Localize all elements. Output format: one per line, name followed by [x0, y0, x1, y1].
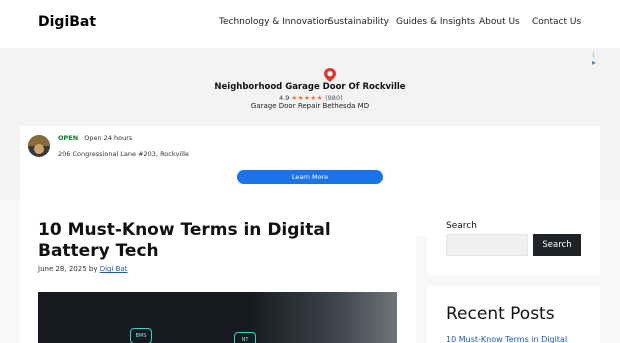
hero-label-nt: NT: [234, 332, 256, 343]
open-badge: OPEN: [58, 134, 79, 142]
main-nav: Technology & Innovation Sustainability G…: [0, 17, 620, 31]
recent-posts-title: Recent Posts: [446, 304, 555, 324]
ad-address: 206 Congressional Lane #203, Rockville: [58, 150, 189, 158]
nav-contact-us[interactable]: Contact Us: [532, 17, 581, 27]
nav-about-us[interactable]: About Us: [479, 17, 520, 27]
learn-more-button[interactable]: Learn More: [237, 170, 383, 184]
ad-rating-value: 4.9: [279, 94, 290, 102]
article-hero-image[interactable]: BMS NT: [38, 292, 397, 343]
article-date: June 28, 2025: [38, 265, 87, 273]
article-meta: June 28, 2025 by Digi Bat: [38, 265, 128, 273]
nav-technology-innovation[interactable]: Technology & Innovation: [219, 17, 330, 27]
article-card: 10 Must-Know Terms in Digital Battery Te…: [20, 201, 416, 343]
search-widget: Search Search: [427, 201, 600, 275]
ad-avatar: [28, 135, 50, 157]
ad-banner: ⁝ ▸ Neighborhood Garage Door Of Rockville…: [0, 48, 620, 236]
site-header: DigiBat Technology & Innovation Sustaina…: [0, 0, 620, 48]
ad-open-status: OPEN Open 24 hours: [58, 134, 132, 142]
ad-rating: 4.9 ★★★★★ (980): [279, 94, 343, 102]
article-author-link[interactable]: Digi Bat: [100, 265, 128, 273]
search-input[interactable]: [446, 234, 528, 256]
map-pin-icon: [324, 68, 336, 82]
article-by: by: [88, 265, 98, 273]
ad-business-name[interactable]: Neighborhood Garage Door Of Rockville: [0, 82, 620, 92]
ad-review-count: (980): [325, 94, 343, 102]
search-label: Search: [446, 221, 477, 231]
ad-hours: Open 24 hours: [84, 134, 133, 142]
ad-subtitle: Garage Door Repair Bethesda MD: [250, 102, 370, 110]
star-rating-icon: ★★★★★: [291, 94, 324, 102]
article-title[interactable]: 10 Must-Know Terms in Digital Battery Te…: [38, 220, 408, 262]
hero-sheen: [248, 292, 397, 343]
nav-sustainability[interactable]: Sustainability: [328, 17, 389, 27]
hero-label-bms: BMS: [130, 328, 152, 343]
recent-posts-widget: Recent Posts 10 Must-Know Terms in Digit…: [427, 286, 600, 343]
search-button[interactable]: Search: [533, 234, 581, 256]
nav-guides-insights[interactable]: Guides & Insights: [396, 17, 475, 27]
recent-post-link[interactable]: 10 Must-Know Terms in Digital: [446, 335, 567, 343]
